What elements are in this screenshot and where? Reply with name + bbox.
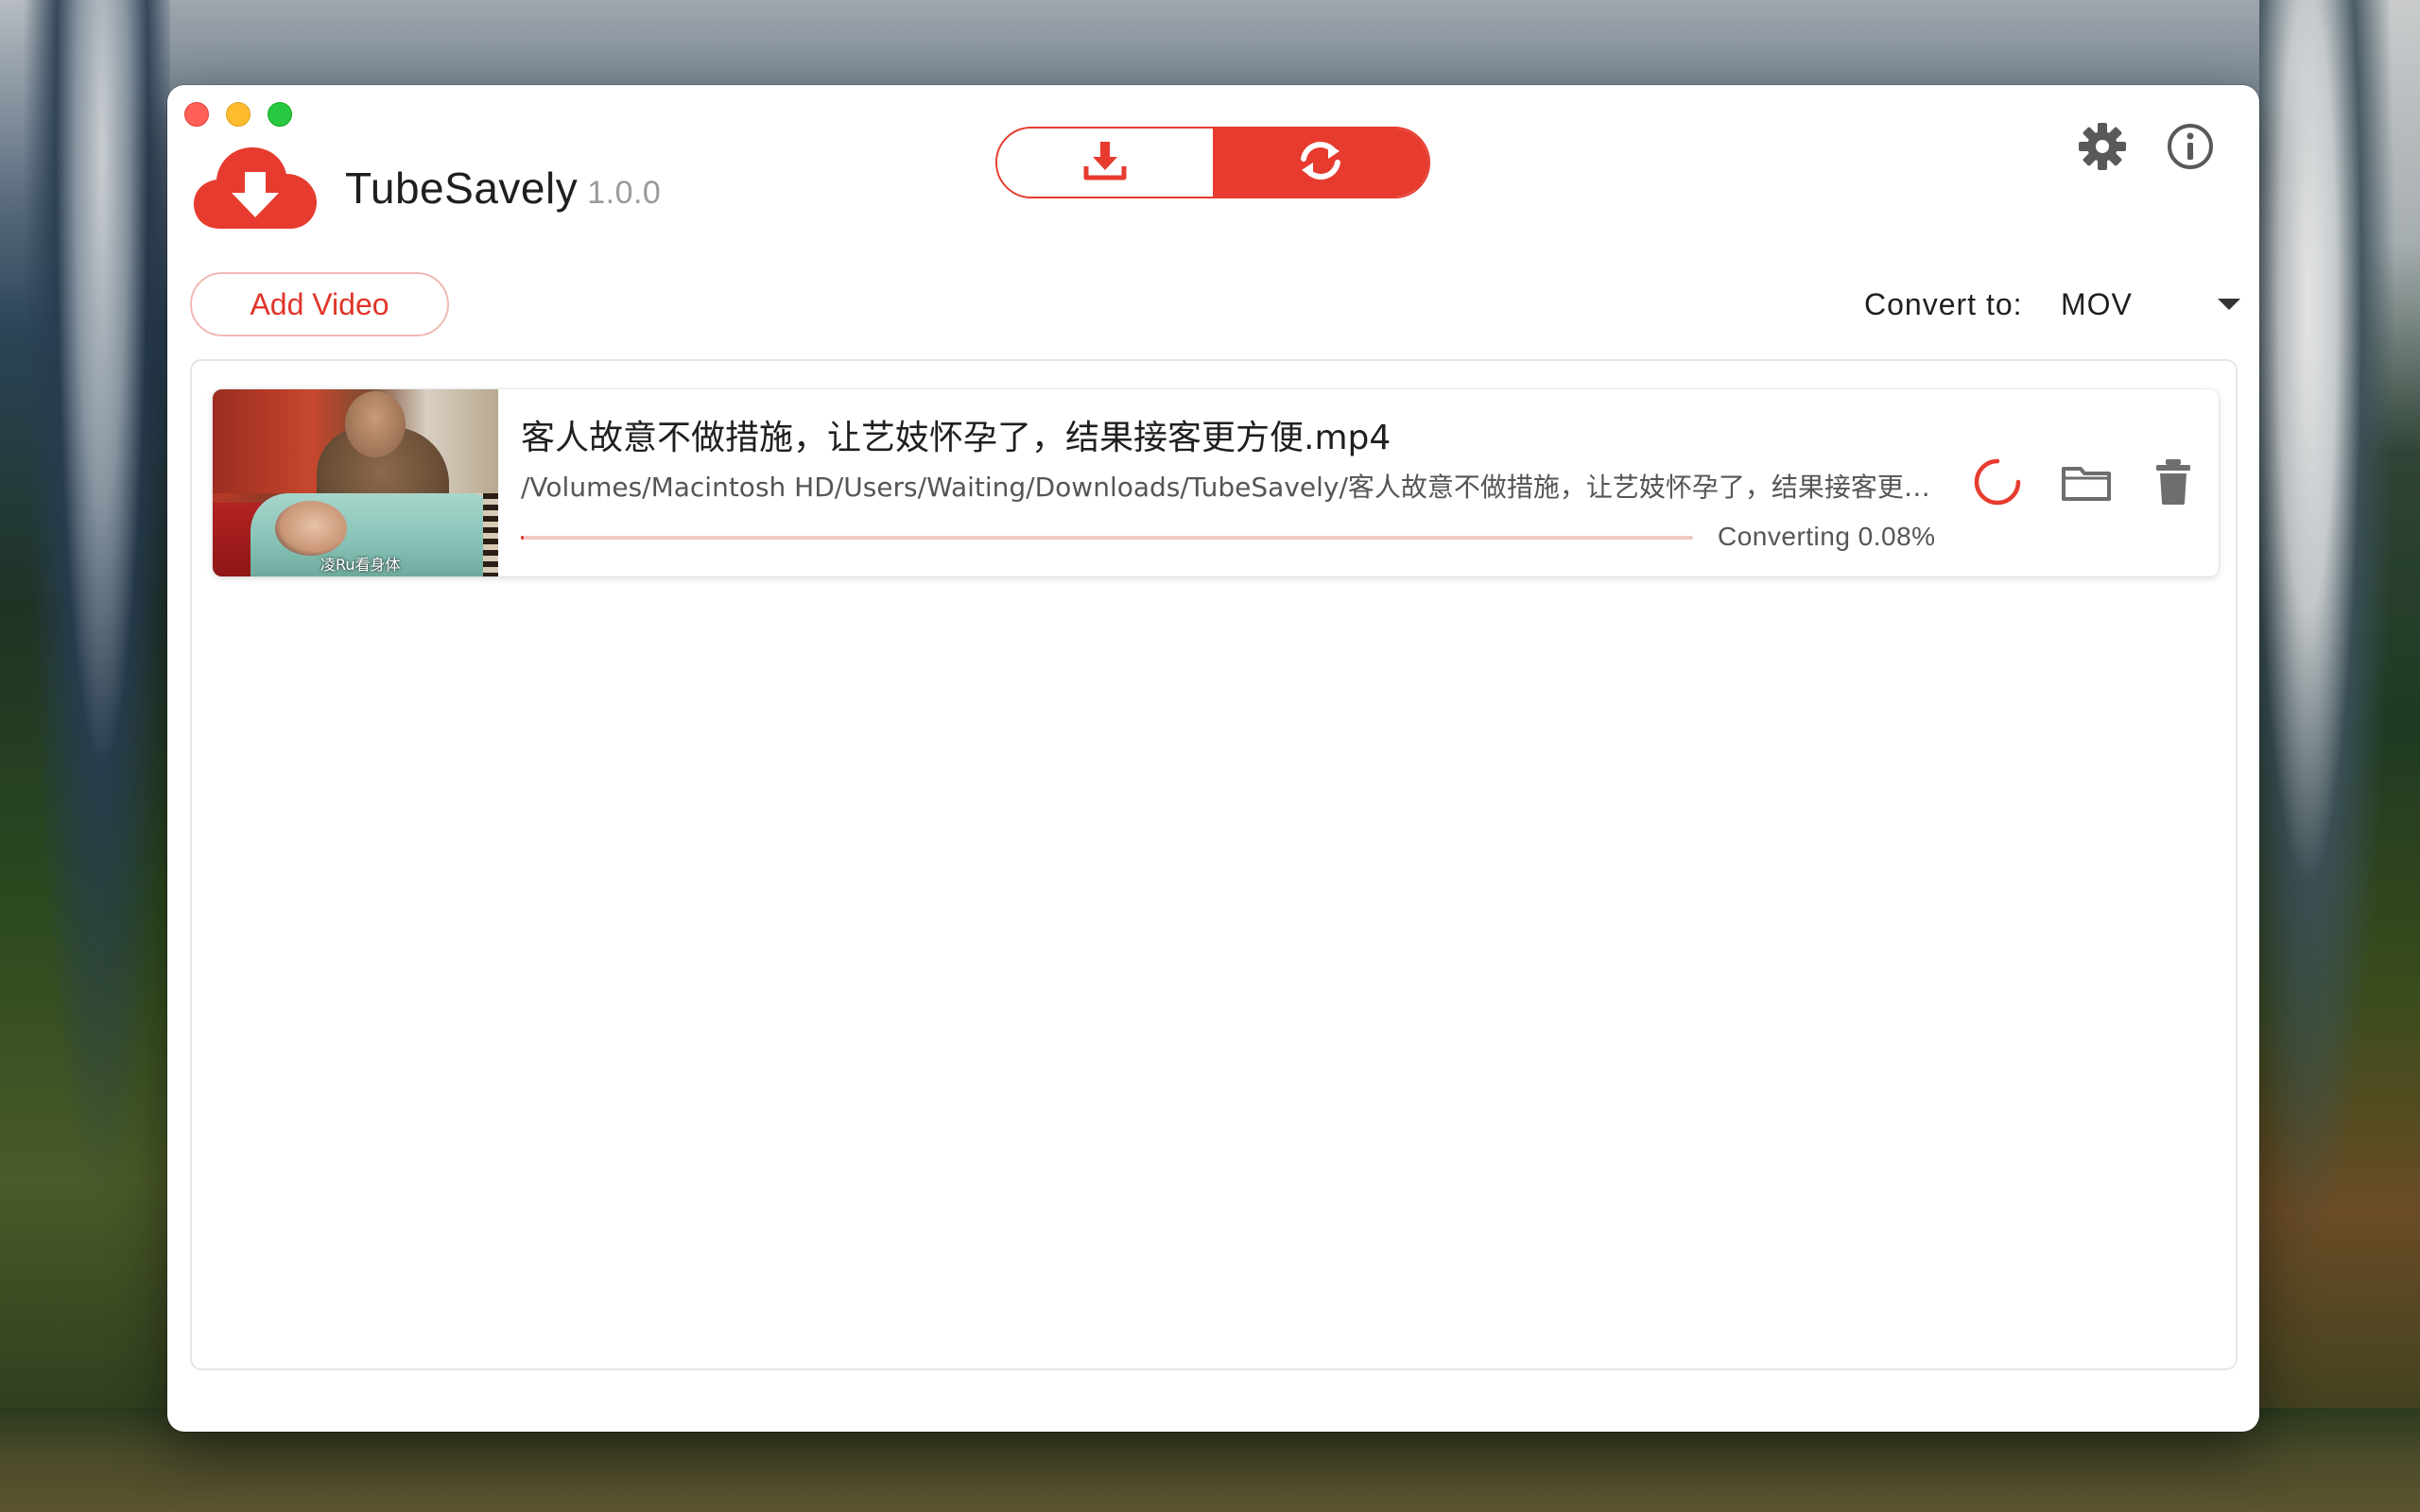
format-select[interactable]: MOV <box>2061 278 2240 331</box>
mode-toggle <box>995 127 1430 198</box>
info-icon <box>2165 124 2216 176</box>
trash-icon <box>2147 459 2200 512</box>
convert-to-label: Convert to: <box>1864 287 2023 321</box>
desktop-wallpaper-right <box>2259 0 2420 1512</box>
item-title: 客人故意不做措施，让艺妓怀孕了，结果接客更方便.mp4 <box>521 419 1392 457</box>
convert-sync-icon <box>1294 140 1347 186</box>
item-path: /Volumes/Macintosh HD/Users/Waiting/Down… <box>521 472 1933 503</box>
minimize-button[interactable] <box>226 102 251 127</box>
convert-mode-button[interactable] <box>1213 129 1428 197</box>
format-select-value: MOV <box>2061 286 2133 321</box>
download-mode-button[interactable] <box>997 129 1213 197</box>
app-title: TubeSavely 1.0.0 <box>345 163 661 214</box>
add-video-button[interactable]: Add Video <box>190 272 449 336</box>
open-folder-button[interactable] <box>2060 455 2113 508</box>
app-name: TubeSavely <box>345 163 579 213</box>
window-controls <box>184 102 292 127</box>
thumbnail-watermark: 凌Ru看身体 <box>320 556 401 574</box>
gear-icon <box>2077 123 2128 176</box>
converting-spinner-icon <box>1971 455 2024 508</box>
app-version: 1.0.0 <box>587 175 662 211</box>
delete-button[interactable] <box>2147 455 2200 508</box>
video-thumbnail: 凌Ru看身体 <box>213 389 498 576</box>
download-icon <box>1082 140 1128 186</box>
list-item[interactable]: 凌Ru看身体 客人故意不做措施，让艺妓怀孕了，结果接客更方便.mp4 /Volu… <box>213 389 2219 576</box>
settings-button[interactable] <box>2077 121 2128 172</box>
chevron-down-icon <box>2218 299 2240 310</box>
progress-fill <box>521 536 525 540</box>
status-text: Converting 0.08% <box>1718 522 1936 551</box>
app-logo-cloud-download-icon <box>192 144 319 232</box>
zoom-button[interactable] <box>268 102 292 127</box>
video-list: 凌Ru看身体 客人故意不做措施，让艺妓怀孕了，结果接客更方便.mp4 /Volu… <box>190 359 2238 1370</box>
folder-icon <box>2060 467 2113 512</box>
about-button[interactable] <box>2165 121 2216 172</box>
close-button[interactable] <box>184 102 209 127</box>
progress-bar <box>521 536 1693 540</box>
app-window: TubeSavely 1.0.0 Add Video Convert to: M… <box>167 85 2259 1432</box>
desktop-wallpaper-left <box>0 0 170 1512</box>
